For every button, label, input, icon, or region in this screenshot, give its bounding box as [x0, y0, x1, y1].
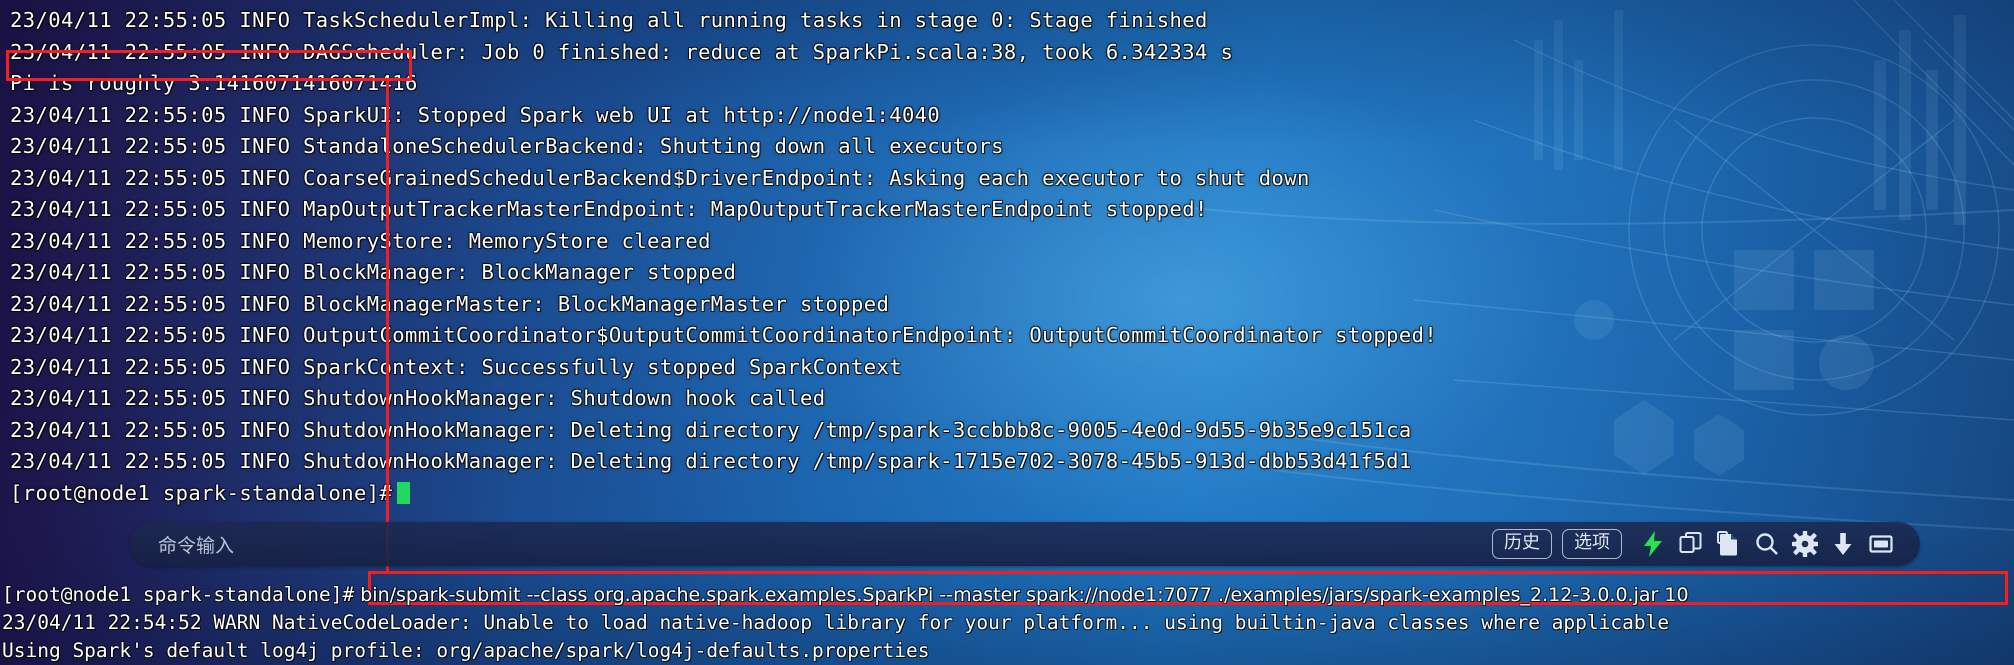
command-input-bar[interactable]: 命令输入 历史 选项 [130, 522, 1920, 566]
log-line: 23/04/11 22:55:05 INFO SparkUI: Stopped … [10, 102, 941, 127]
bottom-command-line: [root@node1 spark-standalone]# bin/spark… [2, 581, 2014, 609]
submitted-command: bin/spark-submit --class org.apache.spar… [354, 584, 1689, 606]
shell-prompt-line: [root@node1 spark-standalone]# [10, 478, 2014, 510]
log-line: 23/04/11 22:55:05 INFO BlockManagerMaste… [10, 291, 890, 316]
log-line: 23/04/11 22:55:05 INFO ShutdownHookManag… [10, 386, 826, 410]
log-line-pi-result: Pi is roughly 3.1416071416071416 [10, 71, 418, 95]
bottom-log-line: Using Spark's default log4j profile: org… [2, 639, 930, 662]
log-line: 23/04/11 22:55:05 INFO StandaloneSchedul… [10, 134, 1004, 158]
log-line: 23/04/11 22:55:05 INFO TaskSchedulerImpl… [10, 8, 1208, 32]
bottom-log-line: 23/04/11 22:54:52 WARN NativeCodeLoader:… [2, 611, 1670, 634]
log-line: 23/04/11 22:55:05 INFO CoarseGrainedSche… [10, 165, 1310, 190]
bottom-console[interactable]: [root@node1 spark-standalone]# bin/spark… [0, 581, 2014, 665]
log-line: 23/04/11 22:55:05 INFO MemoryStore: Memo… [10, 228, 711, 253]
log-line: 23/04/11 22:55:05 INFO MapOutputTrackerM… [10, 197, 1208, 221]
paste-icon[interactable] [1712, 527, 1746, 561]
log-line: 23/04/11 22:55:05 INFO OutputCommitCoord… [10, 323, 1438, 347]
bottom-shell-prompt: [root@node1 spark-standalone]# [2, 583, 355, 606]
log-line: 23/04/11 22:55:05 INFO BlockManager: Blo… [10, 260, 737, 284]
gear-icon[interactable] [1788, 527, 1822, 561]
options-button[interactable]: 选项 [1562, 528, 1622, 560]
log-line: 23/04/11 22:55:05 INFO ShutdownHookManag… [10, 449, 1412, 473]
text-cursor [397, 481, 411, 504]
command-input-field[interactable] [234, 522, 1492, 566]
download-icon[interactable] [1826, 527, 1860, 561]
log-line: 23/04/11 22:55:05 INFO ShutdownHookManag… [10, 417, 1412, 442]
history-button[interactable]: 历史 [1492, 528, 1552, 560]
terminal-output[interactable]: 23/04/11 22:55:05 INFO TaskSchedulerImpl… [0, 0, 2014, 509]
command-input-placeholder: 命令输入 [158, 534, 235, 557]
shell-prompt: [root@node1 spark-standalone]# [10, 480, 393, 505]
log-line: 23/04/11 22:55:05 INFO DAGScheduler: Job… [10, 39, 1234, 64]
terminal-window: 23/04/11 22:55:05 INFO TaskSchedulerImpl… [0, 0, 2014, 665]
fullscreen-icon[interactable] [1864, 527, 1898, 561]
lightning-icon[interactable] [1636, 527, 1670, 561]
log-line: 23/04/11 22:55:05 INFO SparkContext: Suc… [10, 354, 902, 379]
copy-icon[interactable] [1674, 527, 1708, 561]
command-bar-actions: 历史 选项 [1492, 527, 1898, 561]
search-icon[interactable] [1750, 527, 1784, 561]
